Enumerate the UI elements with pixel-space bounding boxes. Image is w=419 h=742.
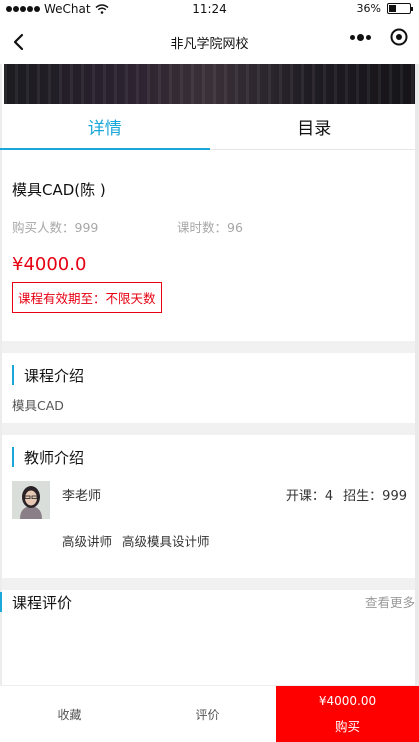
teacher-avatar: [12, 481, 50, 519]
nav-bar: 非凡学院网校: [0, 20, 419, 64]
intro-text: 模具CAD: [12, 398, 64, 413]
review-button[interactable]: 评价: [139, 686, 276, 742]
buy-button[interactable]: ¥4000.00 购买: [276, 686, 419, 742]
back-icon[interactable]: [8, 30, 32, 54]
teacher-section: 教师介绍 李老师 开课：4 招生：999 高级讲师 高级模具设计师: [0, 435, 419, 578]
section-divider: [0, 341, 419, 353]
teacher-section-title: 教师介绍: [24, 448, 85, 467]
teacher-titles: 高级讲师 高级模具设计师: [62, 531, 407, 550]
reviews-title: 课程评价: [12, 593, 73, 612]
accent-bar: [0, 592, 2, 612]
teacher-title-item: 高级模具设计师: [122, 534, 210, 549]
view-more-link[interactable]: 查看更多: [365, 592, 415, 611]
section-divider: [0, 578, 419, 590]
status-right: 36%: [356, 2, 413, 15]
lesson-count: 课时数：96: [177, 220, 243, 235]
favorite-button[interactable]: 收藏: [0, 686, 139, 742]
buyer-count: 购买人数：999: [12, 220, 99, 235]
teacher-card[interactable]: 李老师 开课：4 招生：999: [12, 481, 407, 521]
course-intro-section: 课程介绍 模具CAD: [0, 353, 419, 423]
course-banner-image: [4, 64, 415, 104]
course-info: 模具CAD(陈 ) 购买人数：999 课时数：96 ¥4000.0 课程有效期至…: [0, 179, 419, 313]
bottom-action-bar: 收藏 评价 ¥4000.00 购买: [0, 685, 419, 742]
teacher-course-count: 开课：4: [285, 489, 334, 504]
tab-details[interactable]: 详情: [0, 104, 210, 150]
section-header: 课程介绍: [12, 365, 407, 385]
teacher-name: 李老师: [62, 489, 102, 504]
course-price: ¥4000.0: [12, 254, 87, 275]
status-bar: WeChat 11:24 36%: [0, 0, 419, 20]
tab-bar: 详情 目录: [0, 104, 419, 150]
course-title: 模具CAD(陈 ): [12, 181, 106, 199]
accent-bar: [12, 365, 14, 385]
validity-badge: 课程有效期至：不限天数: [12, 282, 162, 313]
battery-percent: 36%: [356, 2, 381, 15]
mini-program-capsule: [350, 27, 409, 47]
course-stats: 购买人数：999 课时数：96: [12, 217, 407, 236]
section-header: 教师介绍: [12, 447, 407, 467]
teacher-title-item: 高级讲师: [62, 534, 113, 549]
page-title: 非凡学院网校: [170, 36, 249, 52]
tab-catalog[interactable]: 目录: [210, 104, 419, 149]
section-divider: [0, 423, 419, 435]
intro-title: 课程介绍: [24, 366, 85, 385]
teacher-stats: 开课：4 招生：999: [286, 485, 407, 504]
accent-bar: [12, 447, 14, 467]
section-header: 课程评价: [0, 592, 415, 612]
more-icon[interactable]: [350, 33, 371, 41]
battery-fill: [389, 5, 397, 12]
buy-label: 购买: [334, 718, 360, 734]
battery-icon: [387, 3, 413, 14]
reviews-section: 课程评价 查看更多: [0, 590, 419, 700]
avatar-portrait-icon: [12, 481, 50, 519]
buy-price: ¥4000.00: [318, 693, 377, 708]
close-target-icon[interactable]: [389, 27, 409, 47]
teacher-student-count: 招生：999: [343, 489, 407, 504]
